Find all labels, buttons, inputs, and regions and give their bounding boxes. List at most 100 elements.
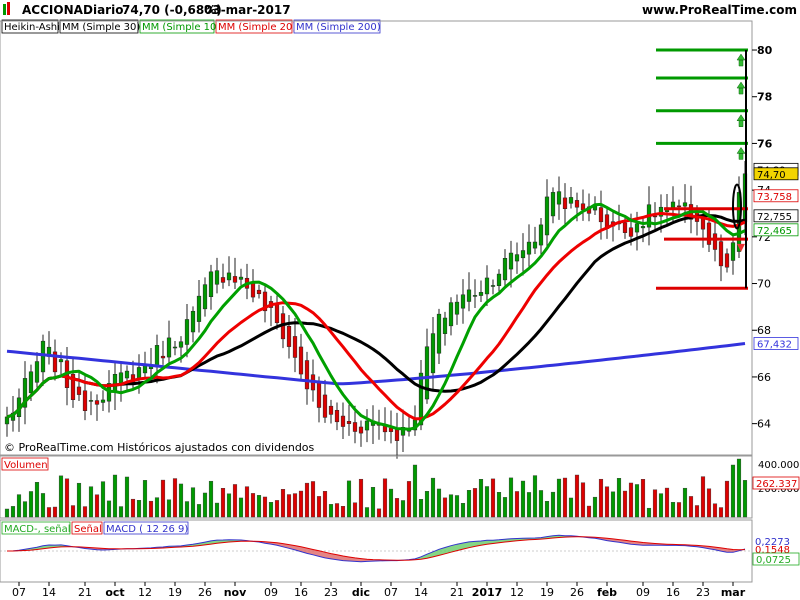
candle-body — [352, 422, 358, 432]
volume-bar — [670, 502, 676, 518]
candle-body — [286, 326, 292, 347]
volume-bar — [76, 482, 82, 518]
tag-sma30: 72,755 — [757, 212, 792, 223]
candle-body — [502, 258, 508, 281]
volume-bar — [34, 482, 40, 518]
candle-body — [676, 205, 682, 208]
volume-bar — [610, 491, 616, 518]
volume-bar — [304, 482, 310, 518]
volume-bar — [28, 491, 34, 518]
volume-bar — [442, 497, 448, 518]
candle-body — [628, 227, 634, 237]
volume-bar — [100, 481, 106, 518]
volume-bar — [352, 502, 358, 518]
tag-sma20: 73,758 — [757, 192, 792, 203]
candle-body — [28, 371, 34, 394]
time-tick-label: 14 — [414, 586, 428, 599]
time-tick-label: 23 — [324, 586, 338, 599]
candle-body — [532, 241, 538, 249]
candle-body — [544, 196, 550, 236]
price-tick-label: 70 — [757, 278, 771, 291]
volume-bar — [40, 493, 46, 518]
volume-bar — [58, 475, 64, 518]
time-tick-label: feb — [597, 586, 617, 599]
volume-bar — [190, 487, 196, 518]
volume-bar — [226, 493, 232, 518]
candle-body — [88, 400, 94, 402]
volume-bar — [400, 500, 406, 518]
site-url[interactable]: www.ProRealTime.com — [642, 3, 797, 17]
volume-bar — [214, 502, 220, 518]
symbol-name: ACCIONA — [22, 3, 84, 17]
volume-bar — [652, 489, 658, 518]
volume-bar — [586, 505, 592, 518]
volume-bar — [298, 490, 304, 518]
volume-bar — [508, 477, 514, 518]
volume-bar — [346, 480, 352, 518]
legend-item: MM (Simple 200) — [296, 22, 381, 33]
candle-body — [472, 295, 478, 297]
legend-item: MM (Simple 30) — [62, 22, 140, 33]
volume-panel-frame — [0, 455, 753, 519]
volume-bar — [4, 508, 10, 518]
candle-body — [508, 252, 514, 270]
candle-body — [574, 200, 580, 208]
volume-bar — [730, 464, 736, 518]
time-tick-label: mar — [721, 586, 746, 599]
volume-bar — [322, 491, 328, 518]
candle-body — [160, 355, 166, 359]
volume-bar — [16, 494, 22, 518]
time-tick-label: 26 — [198, 586, 212, 599]
candle-body — [460, 294, 466, 309]
volume-bar — [568, 497, 574, 518]
candle-body — [496, 273, 502, 286]
time-tick-label: 09 — [264, 586, 278, 599]
candle-body — [190, 310, 196, 333]
volume-bar — [82, 506, 88, 518]
candle-body — [82, 390, 88, 411]
candle-body — [214, 270, 220, 285]
volume-bar — [208, 480, 214, 518]
volume-bar — [634, 484, 640, 518]
volume-bar — [106, 500, 112, 518]
sma20-line — [6, 211, 746, 421]
candle-body — [682, 202, 688, 207]
volume-bar — [274, 500, 280, 518]
candle-body — [334, 410, 340, 423]
volume-bar — [682, 487, 688, 518]
volume-bar — [646, 507, 652, 518]
volume-bar — [676, 502, 682, 518]
macd-value-3: 0,0725 — [756, 555, 791, 566]
volume-bar — [532, 475, 538, 518]
volume-bar — [628, 482, 634, 518]
candle-body — [136, 367, 142, 379]
macd-label-3: MACD ( 12 26 9) — [106, 524, 188, 535]
candle-body — [730, 242, 736, 261]
time-tick-label: 07 — [384, 586, 398, 599]
tag-close: 74,70 — [757, 170, 786, 181]
volume-bar — [238, 497, 244, 518]
volume-bar — [412, 464, 418, 518]
candle-body — [250, 283, 256, 298]
candle-body — [430, 333, 436, 374]
time-tick-label: 23 — [696, 586, 710, 599]
volume-bar — [178, 483, 184, 518]
volume-label: Volumen — [4, 460, 48, 471]
candle-body — [424, 346, 430, 400]
volume-bar — [580, 482, 586, 518]
volume-bar — [256, 495, 262, 518]
volume-bar — [64, 478, 70, 518]
candle-body — [490, 285, 496, 287]
candle-body — [580, 203, 586, 211]
volume-bar — [538, 490, 544, 518]
candle-body — [514, 254, 520, 262]
candle-body — [634, 223, 640, 233]
volume-bar — [658, 493, 664, 518]
candle-body — [94, 400, 100, 405]
tag-sma200: 67,432 — [757, 340, 792, 351]
arrow-up-icon — [736, 81, 746, 95]
volume-last-value: 262.337 — [756, 479, 797, 490]
candle-body — [640, 226, 646, 229]
candle-body — [124, 370, 130, 379]
period-label: Diario — [83, 3, 123, 17]
